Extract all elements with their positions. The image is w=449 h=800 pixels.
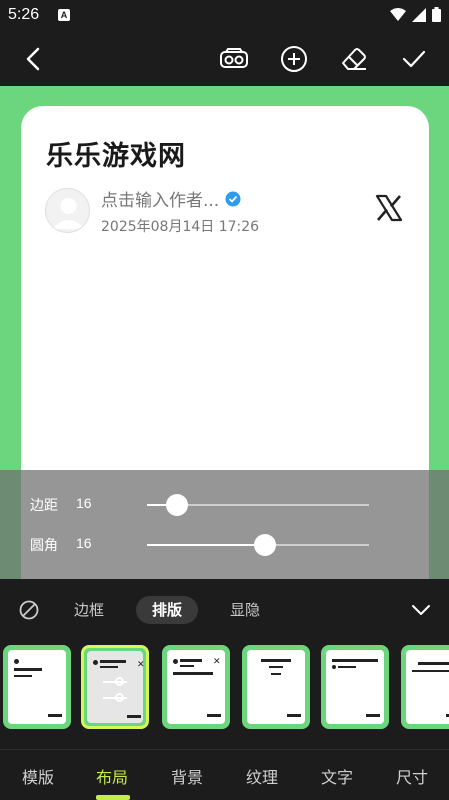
preview-button[interactable]	[217, 42, 251, 76]
x-logo-icon[interactable]	[375, 194, 403, 222]
layout-option-3[interactable]: ✕	[162, 645, 230, 729]
tab-size[interactable]: 尺寸	[382, 764, 442, 788]
layout-preview	[406, 650, 449, 724]
radius-slider-fill	[147, 544, 265, 546]
layout-option-6[interactable]	[401, 645, 449, 729]
tab-text[interactable]: 文字	[307, 764, 367, 788]
battery-icon	[432, 7, 441, 22]
back-button[interactable]	[17, 42, 51, 76]
status-bar: 5:26 A	[0, 0, 449, 32]
tab-template[interactable]: 模版	[8, 764, 68, 788]
tab-visibility[interactable]: 显隐	[220, 596, 270, 624]
post-date[interactable]: 2025年08月14日 17:26	[101, 216, 259, 236]
layout-option-1[interactable]	[3, 645, 71, 729]
tab-layout[interactable]: 布局	[82, 764, 142, 788]
status-time: 5:26	[8, 6, 40, 23]
slider-overlay: 边距 16 圆角 16	[0, 470, 449, 579]
avatar[interactable]	[45, 188, 90, 233]
signal-icon	[412, 7, 426, 22]
tab-border[interactable]: 边框	[64, 596, 114, 624]
verified-badge-icon	[225, 191, 241, 206]
layout-preview	[8, 650, 66, 724]
eraser-button[interactable]	[337, 42, 371, 76]
author-field[interactable]: 点击输入作者...	[101, 186, 241, 211]
top-toolbar	[0, 32, 449, 86]
tab-typeset[interactable]: 排版	[136, 596, 198, 624]
collapse-button[interactable]	[408, 596, 434, 624]
margin-slider-row: 边距 16	[0, 490, 449, 520]
margin-value: 16	[76, 495, 92, 511]
margin-slider-thumb[interactable]	[165, 494, 188, 516]
layout-options: ✕ ✕	[0, 645, 449, 735]
style-panel: 边框 排版 显隐 ✕ ✕ 模版 布局 背景 纹理 文字 尺寸	[0, 579, 449, 800]
layout-option-5[interactable]	[321, 645, 389, 729]
chevron-left-icon	[26, 47, 40, 71]
notification-icon: A	[58, 9, 70, 21]
layout-option-2[interactable]: ✕	[81, 645, 149, 729]
radius-slider-thumb[interactable]	[253, 534, 276, 556]
vr-glasses-icon	[220, 48, 248, 68]
card-title[interactable]: 乐乐游戏网	[46, 134, 186, 173]
tab-background[interactable]: 背景	[157, 764, 217, 788]
main-tab-bar: 模版 布局 背景 纹理 文字 尺寸	[0, 750, 449, 800]
layout-preview	[326, 650, 384, 724]
confirm-button[interactable]	[397, 42, 431, 76]
layout-preview: ✕	[87, 651, 145, 723]
author-text: 点击输入作者...	[101, 191, 220, 211]
layout-preview	[247, 650, 305, 724]
tab-texture[interactable]: 纹理	[232, 764, 292, 788]
add-circle-icon	[281, 46, 307, 72]
avatar-placeholder-icon	[52, 198, 85, 229]
no-style-button[interactable]	[16, 596, 42, 624]
chevron-down-icon	[412, 605, 430, 615]
margin-slider[interactable]	[147, 494, 369, 516]
status-icons	[390, 7, 441, 22]
active-tab-indicator	[96, 795, 130, 800]
add-button[interactable]	[277, 42, 311, 76]
wifi-icon	[390, 7, 406, 21]
radius-label: 圆角	[30, 538, 58, 554]
eraser-icon	[342, 48, 366, 70]
subtab-bar: 边框 排版 显隐	[0, 579, 449, 637]
check-icon	[402, 50, 426, 68]
radius-value: 16	[76, 535, 92, 551]
layout-preview: ✕	[167, 650, 225, 724]
radius-slider[interactable]	[147, 534, 369, 556]
no-style-icon	[19, 600, 39, 620]
margin-label: 边距	[30, 498, 58, 514]
radius-slider-row: 圆角 16	[0, 530, 449, 560]
layout-option-4[interactable]	[242, 645, 310, 729]
